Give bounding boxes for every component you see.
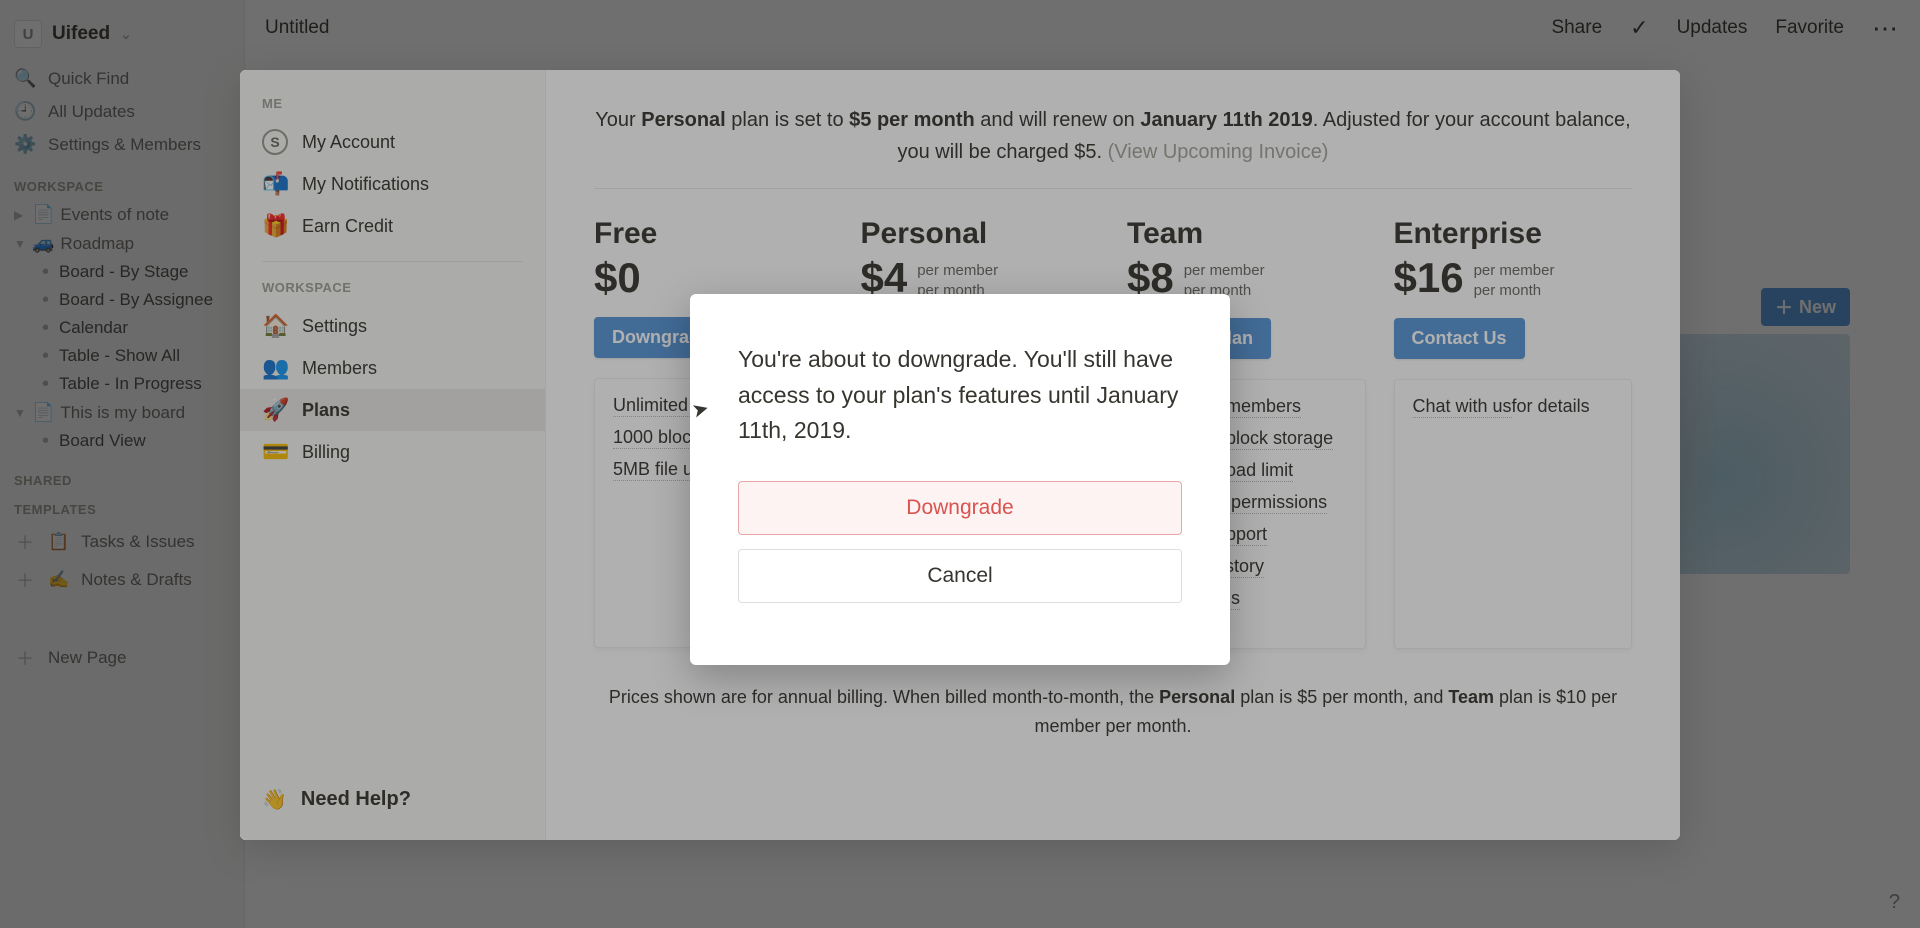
confirm-text: You're about to downgrade. You'll still … (738, 342, 1182, 449)
confirm-downgrade-modal: You're about to downgrade. You'll still … (690, 294, 1230, 665)
cancel-button[interactable]: Cancel (738, 549, 1182, 603)
confirm-downgrade-button[interactable]: Downgrade (738, 481, 1182, 535)
